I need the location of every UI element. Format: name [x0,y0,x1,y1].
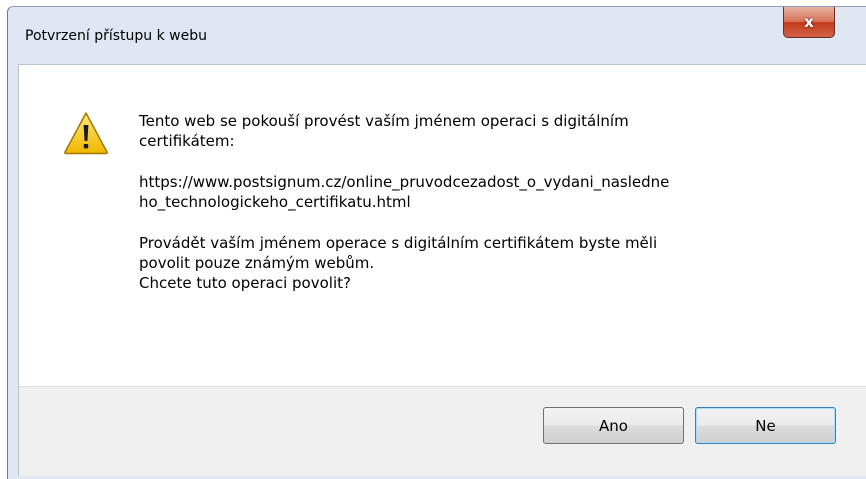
site-url: https://www.postsignum.cz/online_pruvodc… [139,173,670,211]
warning-icon [64,112,108,155]
close-icon: x [804,13,814,31]
button-bar: Ano Ne [19,386,866,476]
dialog-content: Tento web se pokouší provést vaším jméne… [18,64,866,476]
close-button[interactable]: x [783,7,835,38]
title-bar[interactable]: Potvrzení přístupu k webu x [8,7,866,64]
message-warning: Provádět vaším jménem operace s digitáln… [139,234,658,292]
message-block: Tento web se pokouší provést vaším jméne… [139,111,829,293]
dialog-window: Potvrzení přístupu k webu x Tento web se… [7,6,866,479]
dialog-title: Potvrzení přístupu k webu [25,28,207,44]
no-button[interactable]: Ne [695,407,836,444]
message-intro: Tento web se pokouší provést vaším jméne… [139,112,629,150]
yes-button[interactable]: Ano [543,407,684,444]
